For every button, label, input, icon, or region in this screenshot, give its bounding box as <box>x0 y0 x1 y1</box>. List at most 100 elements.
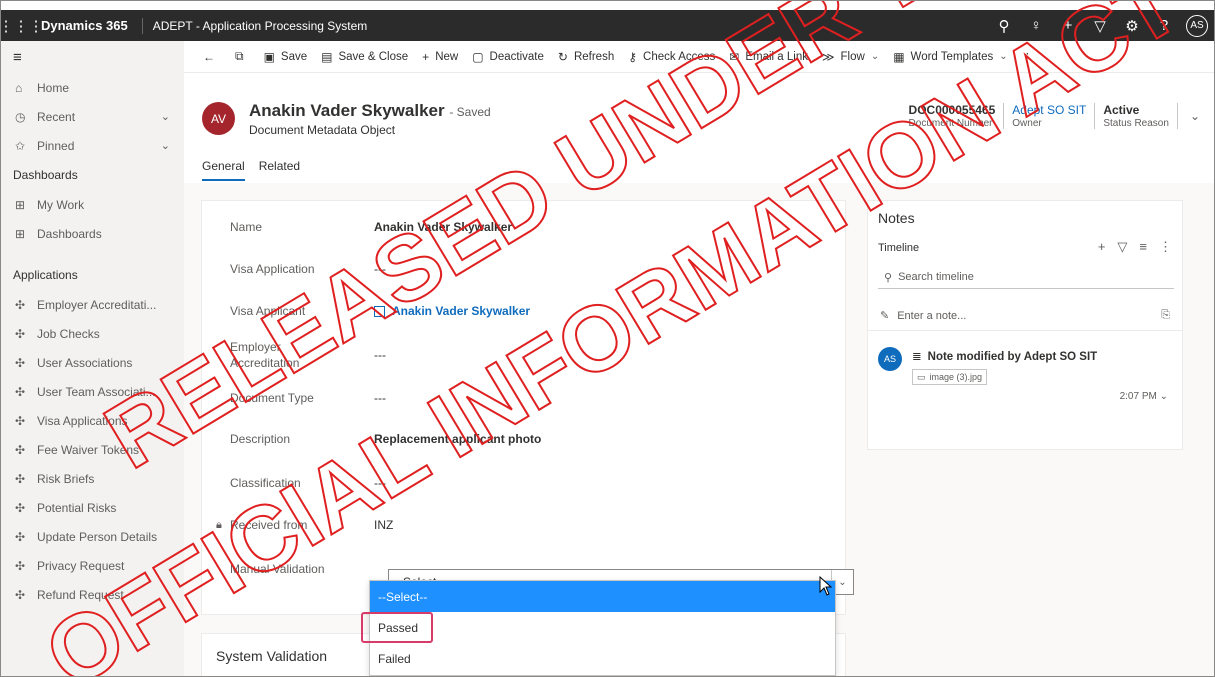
note-input[interactable]: ✎ Enter a note... ⎘ <box>868 301 1182 331</box>
search-timeline-input[interactable]: ⚲ Search timeline <box>878 266 1174 289</box>
filter-icon[interactable]: ▽ <box>1117 239 1127 255</box>
sidebar-item-my-work[interactable]: ⊞ My Work <box>1 190 184 219</box>
sidebar-item-refund-request[interactable]: ✣ Refund Request <box>1 580 184 609</box>
refresh-button[interactable]: ↻ Refresh <box>551 41 621 73</box>
word-templates-label: Word Templates <box>910 50 994 63</box>
chevron-down-icon: ⌄ <box>870 51 880 62</box>
field-label: Name <box>230 220 263 234</box>
sidebar-item-fee-waiver-tokens[interactable]: ✣ Fee Waiver Tokens <box>1 435 184 464</box>
tab-general[interactable]: General <box>202 159 245 181</box>
name-field[interactable]: Anakin Vader Skywalker <box>374 220 512 234</box>
save-close-icon: ▤ <box>321 49 333 64</box>
field-label: Employer Accreditation <box>230 340 300 370</box>
refresh-label: Refresh <box>573 50 615 63</box>
puzzle-icon: ✣ <box>15 384 26 399</box>
sidebar-item-user-associations[interactable]: ✣ User Associations <box>1 348 184 377</box>
sidebar-item-user-team-associations[interactable]: ✣ User Team Associati... <box>1 377 184 406</box>
flow-icon: ≫ <box>821 49 835 64</box>
option-select[interactable]: --Select-- <box>370 581 835 612</box>
tab-related[interactable]: Related <box>259 159 300 181</box>
attachment-chip[interactable]: ▭ image (3).jpg <box>912 369 988 385</box>
visa-applicant-link[interactable]: Anakin Vader Skywalker <box>374 304 530 318</box>
puzzle-icon: ✣ <box>15 326 26 341</box>
sidebar-item-visa-applications[interactable]: ✣ Visa Applications <box>1 406 184 435</box>
sidebar-item-label: Risk Briefs <box>37 471 95 486</box>
help-icon[interactable]: ? <box>1148 10 1180 41</box>
timeline-label: Timeline <box>878 242 920 254</box>
owner-link[interactable]: Adept SO SIT <box>1012 103 1086 117</box>
record-header: AV Anakin Vader Skywalker - Saved Docume… <box>184 73 1214 183</box>
sidebar-heading-dashboards: Dashboards <box>13 168 78 182</box>
email-link-button[interactable]: ✉ Email a Link <box>722 41 815 73</box>
plus-icon[interactable]: + <box>1052 10 1084 41</box>
deactivate-label: Deactivate <box>489 50 544 63</box>
sidebar-item-label: Fee Waiver Tokens <box>37 442 140 457</box>
sort-icon[interactable]: ≡ <box>1139 239 1147 255</box>
brand-name[interactable]: Dynamics 365 <box>41 17 143 34</box>
filter-icon[interactable]: ▽ <box>1084 10 1116 41</box>
gear-icon[interactable]: ⚙ <box>1116 10 1148 41</box>
check-access-button[interactable]: ⚷ Check Access <box>621 41 722 73</box>
sidebar-item-home[interactable]: ⌂ Home <box>1 73 184 102</box>
clock-icon: ◷ <box>15 109 26 124</box>
field-label: Visa Application <box>230 262 315 276</box>
puzzle-icon: ✣ <box>15 587 26 602</box>
header-field-owner: Adept SO SIT Owner <box>1004 103 1096 129</box>
lightbulb-icon[interactable]: ♀ <box>1020 10 1052 41</box>
flow-button[interactable]: ≫ Flow ⌄ <box>815 41 886 73</box>
employer-accreditation-field[interactable]: --- <box>374 348 386 362</box>
chevron-down-icon[interactable]: ⌄ <box>161 139 170 152</box>
email-link-label: Email a Link <box>745 50 808 63</box>
more-commands-button[interactable]: ⋮ <box>1015 41 1041 73</box>
sidebar-item-employer-accreditation[interactable]: ✣ Employer Accreditati... <box>1 290 184 319</box>
search-placeholder: Search timeline <box>898 271 974 283</box>
chevron-down-icon[interactable]: ⌄ <box>1190 109 1200 123</box>
save-close-button[interactable]: ▤ Save & Close <box>314 41 415 73</box>
option-passed[interactable]: Passed <box>370 612 835 643</box>
app-name[interactable]: ADEPT - Application Processing System <box>143 19 368 33</box>
classification-field[interactable]: --- <box>374 476 386 490</box>
sidebar-item-update-person-details[interactable]: ✣ Update Person Details <box>1 522 184 551</box>
attach-icon[interactable]: ⎘ <box>1161 309 1170 322</box>
deactivate-icon: ▢ <box>472 49 484 64</box>
sidebar-item-dashboards[interactable]: ⊞ Dashboards <box>1 219 184 248</box>
app-launcher-icon[interactable]: ⋮⋮⋮ <box>1 10 44 41</box>
app-window: ⋮⋮⋮ Dynamics 365 ADEPT - Application Pro… <box>0 0 1215 677</box>
field-row-visa-application: Visa Application --- <box>202 257 847 281</box>
sidebar-item-label: Visa Applications <box>37 413 128 428</box>
sidebar-item-label: Update Person Details <box>37 529 158 544</box>
sidebar-item-risk-briefs[interactable]: ✣ Risk Briefs <box>1 464 184 493</box>
visa-application-field[interactable]: --- <box>374 262 386 276</box>
option-failed[interactable]: Failed <box>370 643 835 674</box>
puzzle-icon: ✣ <box>15 442 26 457</box>
puzzle-icon: ✣ <box>15 413 26 428</box>
hamburger-icon[interactable]: ≡ <box>1 41 184 73</box>
document-type-field[interactable]: --- <box>374 391 386 405</box>
plus-icon[interactable]: + <box>1098 239 1106 255</box>
sidebar-item-privacy-request[interactable]: ✣ Privacy Request <box>1 551 184 580</box>
description-field[interactable]: Replacement applicant photo <box>374 432 541 446</box>
chevron-down-icon[interactable]: ⌄ <box>161 110 170 123</box>
word-templates-button[interactable]: ▦ Word Templates ⌄ <box>886 41 1014 73</box>
pencil-icon: ✎ <box>880 310 890 322</box>
sidebar-item-pinned[interactable]: ✩ Pinned ⌄ <box>1 131 184 160</box>
sidebar-item-potential-risks[interactable]: ✣ Potential Risks <box>1 493 184 522</box>
deactivate-button[interactable]: ▢ Deactivate <box>465 41 551 73</box>
sidebar-item-label: Employer Accreditati... <box>37 297 157 312</box>
back-button[interactable]: ← <box>196 41 228 73</box>
search-icon[interactable]: ⚲ <box>988 10 1020 41</box>
owner-label: Owner <box>1012 118 1042 129</box>
sidebar-item-job-checks[interactable]: ✣ Job Checks <box>1 319 184 348</box>
popout-button[interactable]: ⧉ <box>228 41 257 73</box>
save-button[interactable]: ▣ Save <box>257 41 315 73</box>
new-button[interactable]: + New <box>415 41 465 73</box>
note-time-value: 2:07 PM <box>1119 391 1157 402</box>
avatar: AS <box>878 347 902 371</box>
timeline-entry[interactable]: AS ≣ Note modified by Adept SO SIT ▭ image… <box>878 347 1174 417</box>
new-label: New <box>435 50 459 63</box>
sidebar-item-recent[interactable]: ◷ Recent ⌄ <box>1 102 184 131</box>
user-avatar[interactable]: AS <box>1186 14 1208 37</box>
sidebar-item-label: Refund Request <box>37 587 124 602</box>
more-icon[interactable]: ⋮ <box>1159 239 1172 255</box>
puzzle-icon: ✣ <box>15 297 26 312</box>
